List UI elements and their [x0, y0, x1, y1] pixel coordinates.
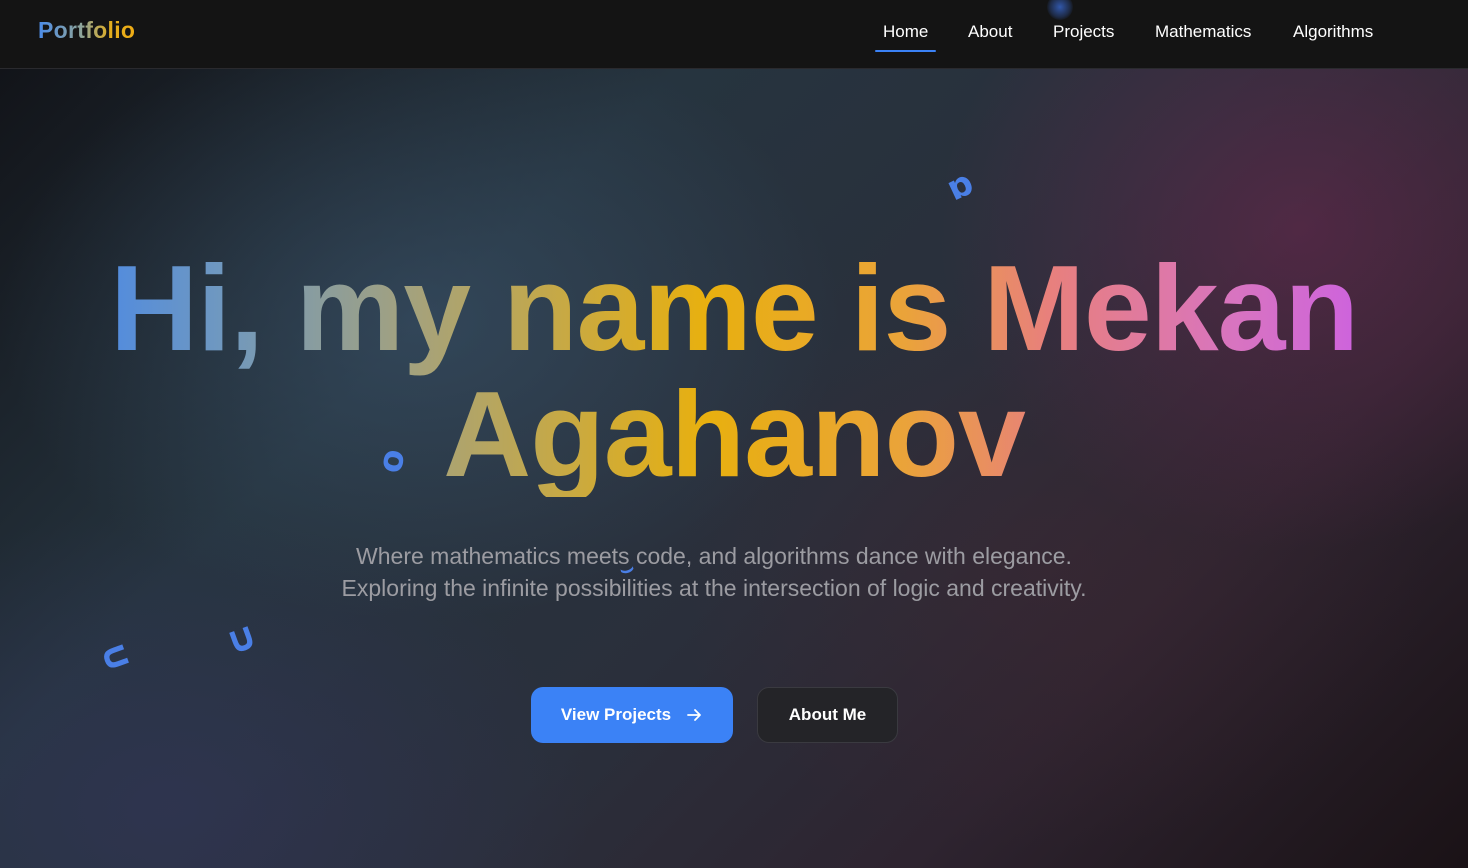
cursor-glow	[1047, 0, 1073, 20]
nav-link-home[interactable]: Home	[883, 22, 928, 42]
navbar: Portfolio Home About Projects Mathematic…	[0, 0, 1468, 69]
hero-section: ɒ o ⌣ ∩ ∪ Hi, my name is Mekan Agahanov …	[0, 69, 1468, 868]
view-projects-button[interactable]: View Projects	[531, 687, 733, 743]
hero-subtitle: Where mathematics meets code, and algori…	[341, 543, 1087, 601]
arrow-right-icon	[685, 706, 703, 724]
page: Portfolio Home About Projects Mathematic…	[0, 0, 1468, 868]
about-me-button[interactable]: About Me	[757, 687, 898, 743]
nav-link-mathematics[interactable]: Mathematics	[1155, 22, 1251, 42]
about-me-label: About Me	[788, 705, 867, 724]
view-projects-label: View Projects	[560, 705, 672, 724]
hero-title: Hi, my name is Mekan Agahanov	[20, 245, 1448, 497]
active-nav-indicator	[875, 50, 936, 52]
floating-symbol-icon: ∩	[87, 635, 140, 681]
floating-symbol-icon: ɒ	[940, 162, 980, 210]
nav-link-about[interactable]: About	[968, 22, 1012, 42]
logo[interactable]: Portfolio	[38, 17, 135, 44]
nav-link-algorithms[interactable]: Algorithms	[1293, 22, 1373, 42]
nav-link-projects[interactable]: Projects	[1053, 22, 1114, 42]
floating-symbol-icon: ∪	[219, 612, 264, 664]
